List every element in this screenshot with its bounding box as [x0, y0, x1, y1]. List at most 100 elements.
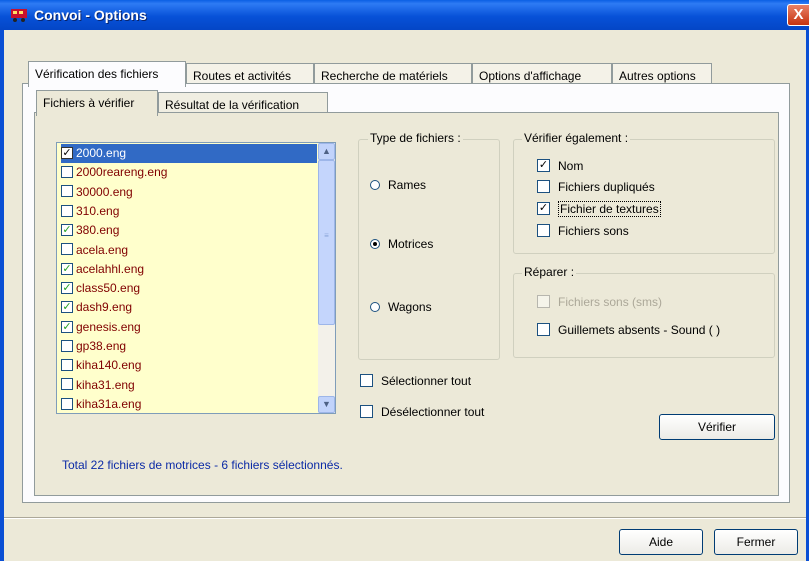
- close-button[interactable]: Fermer: [714, 529, 798, 555]
- status-text: Total 22 fichiers de motrices - 6 fichie…: [62, 458, 343, 472]
- check-fichier-textures[interactable]: ✓ Fichier de textures: [537, 201, 661, 217]
- file-checkbox[interactable]: ✓: [61, 320, 73, 333]
- checkbox[interactable]: [537, 323, 550, 337]
- file-name: acelahhl.eng: [76, 261, 145, 276]
- file-name: class50.eng: [76, 281, 141, 296]
- check-fichiers-sons-sms: Fichiers sons (sms): [537, 294, 662, 310]
- check-fichiers-sons[interactable]: Fichiers sons: [537, 223, 629, 239]
- subtab-label: Fichiers à vérifier: [43, 96, 135, 110]
- file-checkbox[interactable]: [61, 378, 73, 391]
- file-list-item[interactable]: ✓ acelahhl.eng: [61, 260, 315, 279]
- file-list-item[interactable]: ✓ 380.eng: [61, 221, 315, 240]
- subtab-label: Résultat de la vérification: [165, 98, 300, 112]
- radio-button[interactable]: [370, 179, 380, 190]
- file-list-item[interactable]: gp38.eng: [61, 337, 315, 356]
- checkbox-label: Sélectionner tout: [381, 374, 472, 388]
- radio-button[interactable]: [370, 301, 380, 312]
- file-list-item[interactable]: ✓ dash9.eng: [61, 298, 315, 317]
- radio-rames[interactable]: Rames: [370, 177, 426, 193]
- radio-label: Motrices: [388, 237, 434, 251]
- checkbox[interactable]: ✓: [537, 202, 550, 216]
- tab-label: Vérification des fichiers: [35, 67, 159, 81]
- file-name: kiha31a.eng: [76, 396, 142, 411]
- file-checkbox[interactable]: ✓: [61, 224, 73, 237]
- checkbox-label: Fichiers sons (sms): [558, 295, 663, 309]
- tab-label: Routes et activités: [193, 69, 292, 83]
- file-name: kiha140.eng: [76, 358, 142, 373]
- scroll-down-icon[interactable]: ▼: [318, 396, 335, 413]
- file-checkbox[interactable]: ✓: [61, 301, 73, 314]
- radio-label: Wagons: [388, 300, 432, 314]
- file-type-group-label: Type de fichiers :: [368, 131, 463, 145]
- file-list-item[interactable]: kiha140.eng: [61, 356, 315, 375]
- file-list-item[interactable]: kiha31.eng: [61, 376, 315, 395]
- check-deselect-all[interactable]: Désélectionner tout: [360, 404, 484, 420]
- file-name: 2000.eng: [76, 146, 127, 160]
- window-close-button[interactable]: X: [787, 4, 809, 26]
- radio-label: Rames: [388, 178, 427, 192]
- file-checkbox[interactable]: [61, 339, 73, 352]
- file-name: acela.eng: [76, 242, 129, 257]
- checkbox: [537, 295, 550, 309]
- verify-button[interactable]: Vérifier: [659, 414, 775, 440]
- file-checkbox[interactable]: [61, 166, 73, 179]
- file-checkbox[interactable]: ✓: [61, 281, 73, 294]
- window-border-left: [0, 30, 4, 561]
- tab-label: Autres options: [619, 69, 696, 83]
- checkbox[interactable]: [537, 224, 550, 238]
- tab-verification-fichiers[interactable]: Vérification des fichiers: [28, 61, 186, 87]
- file-checkbox[interactable]: ✓: [61, 146, 73, 159]
- file-name: 2000reareng.eng: [76, 165, 168, 180]
- file-list-scrollbar[interactable]: ▲ ≡ ▼: [318, 143, 335, 413]
- checkbox-label: Guillemets absents - Sound ( ): [558, 323, 721, 337]
- radio-button[interactable]: [370, 238, 380, 249]
- checkbox-label: Fichier de textures: [558, 201, 661, 217]
- tab-label: Recherche de matériels: [321, 69, 448, 83]
- check-guillemets-absents[interactable]: Guillemets absents - Sound ( ): [537, 322, 720, 338]
- file-checkbox[interactable]: [61, 243, 73, 256]
- checkbox[interactable]: [360, 405, 373, 419]
- divider: [4, 517, 806, 519]
- check-fichiers-dupliques[interactable]: Fichiers dupliqués: [537, 179, 655, 195]
- checkbox[interactable]: [360, 374, 373, 388]
- file-checkbox[interactable]: [61, 359, 73, 372]
- repair-group: [513, 273, 775, 358]
- radio-motrices[interactable]: Motrices: [370, 236, 433, 252]
- file-name: gp38.eng: [76, 339, 127, 353]
- window-title: Convoi - Options: [34, 7, 147, 23]
- file-name: 380.eng: [76, 223, 120, 238]
- checkbox-label: Fichiers sons: [558, 224, 629, 238]
- check-nom[interactable]: ✓ Nom: [537, 158, 583, 174]
- file-list-item[interactable]: ✓ 2000.eng: [61, 144, 317, 163]
- radio-wagons[interactable]: Wagons: [370, 299, 432, 315]
- file-list-item[interactable]: acela.eng: [61, 241, 315, 260]
- checkbox-label: Nom: [558, 159, 584, 173]
- file-list-item[interactable]: 310.eng: [61, 202, 315, 221]
- file-checkbox[interactable]: [61, 185, 73, 198]
- help-button[interactable]: Aide: [619, 529, 703, 555]
- checkbox-label: Désélectionner tout: [381, 405, 485, 419]
- file-list-item[interactable]: 30000.eng: [61, 183, 315, 202]
- file-name: kiha31.eng: [76, 377, 135, 392]
- scroll-up-icon[interactable]: ▲: [318, 143, 335, 160]
- file-checkbox[interactable]: [61, 204, 73, 217]
- file-checkbox[interactable]: ✓: [61, 262, 73, 275]
- verify-also-group-label: Vérifier également :: [522, 131, 631, 145]
- file-list-item[interactable]: 2000reareng.eng: [61, 163, 315, 182]
- file-list-item[interactable]: ✓ genesis.eng: [61, 318, 315, 337]
- file-checkbox[interactable]: [61, 397, 73, 410]
- file-list[interactable]: ▲ ≡ ▼ ✓ 2000.eng 2000reareng.eng 30000.eng 3…: [56, 142, 336, 414]
- file-list-item[interactable]: ✓ class50.eng: [61, 279, 315, 298]
- file-list-item[interactable]: kiha31a.eng: [61, 395, 315, 414]
- title-bar[interactable]: Convoi - Options X: [0, 0, 809, 30]
- checkbox[interactable]: [537, 180, 550, 194]
- subtab-fichiers-a-verifier[interactable]: Fichiers à vérifier: [36, 90, 158, 116]
- check-select-all[interactable]: Sélectionner tout: [360, 373, 471, 389]
- file-name: 310.eng: [76, 203, 120, 218]
- checkbox-label: Fichiers dupliqués: [558, 180, 655, 194]
- checkbox[interactable]: ✓: [537, 159, 550, 173]
- file-name: dash9.eng: [76, 300, 133, 315]
- train-icon: [11, 9, 27, 22]
- scroll-thumb[interactable]: ≡: [318, 160, 335, 325]
- repair-group-label: Réparer :: [522, 265, 577, 279]
